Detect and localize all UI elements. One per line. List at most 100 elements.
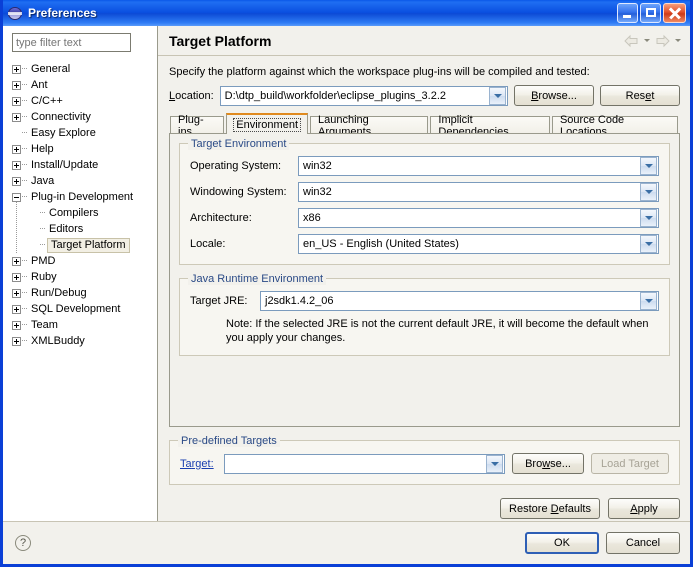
expand-icon[interactable]	[12, 304, 21, 314]
collapse-icon[interactable]	[12, 192, 21, 202]
help-icon[interactable]: ?	[15, 535, 31, 551]
tree-connector	[22, 84, 27, 86]
expand-icon[interactable]	[12, 160, 21, 170]
windowing-system-row: Windowing System: win32	[190, 182, 659, 202]
tree-connector	[22, 148, 27, 150]
operating-system-row: Operating System: win32	[190, 156, 659, 176]
load-target-button[interactable]: Load Target	[591, 453, 669, 474]
tree-connector	[22, 180, 27, 182]
sidebar-item-install-update[interactable]: Install/Update	[12, 157, 157, 173]
apply-button[interactable]: Apply	[608, 498, 680, 519]
expand-icon[interactable]	[12, 256, 21, 266]
page-header: Target Platform	[158, 26, 690, 56]
sidebar-item-plug-in-development[interactable]: Plug-in Development	[12, 189, 157, 205]
operating-system-combo[interactable]: win32	[298, 156, 659, 176]
reset-button[interactable]: Reset	[600, 85, 680, 106]
architecture-row: Architecture: x86	[190, 208, 659, 228]
sidebar-item-editors[interactable]: Editors	[12, 218, 157, 237]
jre-note: Note: If the selected JRE is not the cur…	[226, 318, 649, 344]
windowing-system-label: Windowing System:	[190, 186, 287, 198]
forward-arrow-icon[interactable]	[654, 34, 671, 48]
sidebar-item-easy-explore[interactable]: Easy Explore	[12, 125, 157, 141]
browse-location-button[interactable]: Browse...	[514, 85, 594, 106]
tree-connector	[22, 100, 27, 102]
expand-icon[interactable]	[12, 64, 21, 74]
browse-target-button[interactable]: Browse...	[512, 453, 584, 474]
location-row: Location: D:\dtp_build\workfolder\eclips…	[169, 85, 680, 106]
expand-icon[interactable]	[12, 320, 21, 330]
search-input[interactable]	[12, 33, 131, 52]
chevron-down-icon[interactable]	[640, 209, 657, 227]
filter-wrap	[3, 33, 157, 52]
sidebar-item-xmlbuddy[interactable]: XMLBuddy	[12, 333, 157, 349]
sidebar-item-c-c[interactable]: C/C++	[12, 93, 157, 109]
target-link-label[interactable]: Target:	[180, 458, 224, 470]
close-button[interactable]	[663, 3, 686, 23]
back-arrow-icon[interactable]	[623, 34, 640, 48]
sidebar-item-run-debug[interactable]: Run/Debug	[12, 285, 157, 301]
ok-button[interactable]: OK	[525, 532, 599, 554]
forward-dropdown-caret-icon[interactable]	[675, 39, 681, 42]
cancel-button[interactable]: Cancel	[606, 532, 680, 554]
expand-icon[interactable]	[12, 288, 21, 298]
expand-icon[interactable]	[12, 80, 21, 90]
chevron-down-icon[interactable]	[640, 235, 657, 253]
sidebar-item-label: General	[31, 62, 71, 75]
back-dropdown-caret-icon[interactable]	[644, 39, 650, 42]
architecture-combo[interactable]: x86	[298, 208, 659, 228]
sidebar-item-label: Easy Explore	[31, 126, 96, 139]
sidebar-item-general[interactable]: General	[12, 61, 157, 77]
location-combo[interactable]: D:\dtp_build\workfolder\eclipse_plugins_…	[219, 85, 508, 106]
tree-connector	[22, 260, 27, 262]
minimize-button[interactable]	[617, 3, 638, 23]
predefined-targets-group: Pre-defined Targets Target: Browse... Lo…	[169, 435, 680, 485]
sidebar-item-sql-development[interactable]: SQL Development	[12, 301, 157, 317]
sidebar-item-pmd[interactable]: PMD	[12, 253, 157, 269]
sidebar-item-java[interactable]: Java	[12, 173, 157, 189]
sidebar-item-team[interactable]: Team	[12, 317, 157, 333]
restore-defaults-button[interactable]: Restore Defaults	[500, 498, 600, 519]
maximize-button[interactable]	[640, 3, 661, 23]
predefined-target-combo[interactable]	[224, 453, 505, 474]
sidebar-item-compilers[interactable]: Compilers	[12, 202, 157, 221]
windowing-system-combo[interactable]: win32	[298, 182, 659, 202]
chevron-down-icon[interactable]	[640, 292, 657, 310]
expand-icon[interactable]	[12, 144, 21, 154]
sidebar-item-target-platform[interactable]: Target Platform	[12, 234, 157, 253]
expand-icon[interactable]	[12, 176, 21, 186]
locale-combo[interactable]: en_US - English (United States)	[298, 234, 659, 254]
sidebar-item-label: XMLBuddy	[31, 334, 85, 347]
chevron-down-icon[interactable]	[489, 86, 506, 105]
chevron-down-icon[interactable]	[640, 157, 657, 175]
expand-icon[interactable]	[12, 96, 21, 106]
dialog-body: General Ant C/C++ Connectivity Easy Explore H…	[3, 26, 690, 564]
locale-row: Locale: en_US - English (United States)	[190, 234, 659, 254]
tree-connector	[22, 132, 27, 134]
eclipse-globe-icon	[8, 6, 23, 21]
target-jre-combo[interactable]: j2sdk1.4.2_06	[260, 291, 659, 311]
chevron-down-icon[interactable]	[486, 454, 503, 473]
jre-group: Java Runtime Environment Target JRE: j2s…	[179, 273, 670, 356]
sidebar-item-label: C/C++	[31, 94, 63, 107]
sidebar-item-label: Ruby	[31, 270, 57, 283]
predefined-targets-legend: Pre-defined Targets	[178, 435, 280, 447]
tree-connector	[22, 308, 27, 310]
architecture-value: x86	[303, 212, 321, 224]
sidebar-item-ruby[interactable]: Ruby	[12, 269, 157, 285]
tree-connector	[22, 116, 27, 118]
sidebar-item-label: Editors	[49, 222, 84, 235]
page-button-row: Restore Defaults Apply	[169, 498, 680, 519]
windowing-system-value: win32	[303, 186, 332, 198]
expand-icon[interactable]	[12, 336, 21, 346]
sidebar-item-help[interactable]: Help	[12, 141, 157, 157]
tree-connector	[22, 68, 27, 70]
chevron-down-icon[interactable]	[640, 183, 657, 201]
expand-icon[interactable]	[12, 112, 21, 122]
sidebar-item-ant[interactable]: Ant	[12, 77, 157, 93]
expand-icon[interactable]	[12, 272, 21, 282]
target-environment-group: Target Environment Operating System: win3…	[179, 138, 670, 265]
tree-connector	[22, 324, 27, 326]
sidebar-item-label: Java	[31, 174, 55, 187]
tab-environment[interactable]: Environment	[226, 113, 309, 134]
sidebar-item-connectivity[interactable]: Connectivity	[12, 109, 157, 125]
